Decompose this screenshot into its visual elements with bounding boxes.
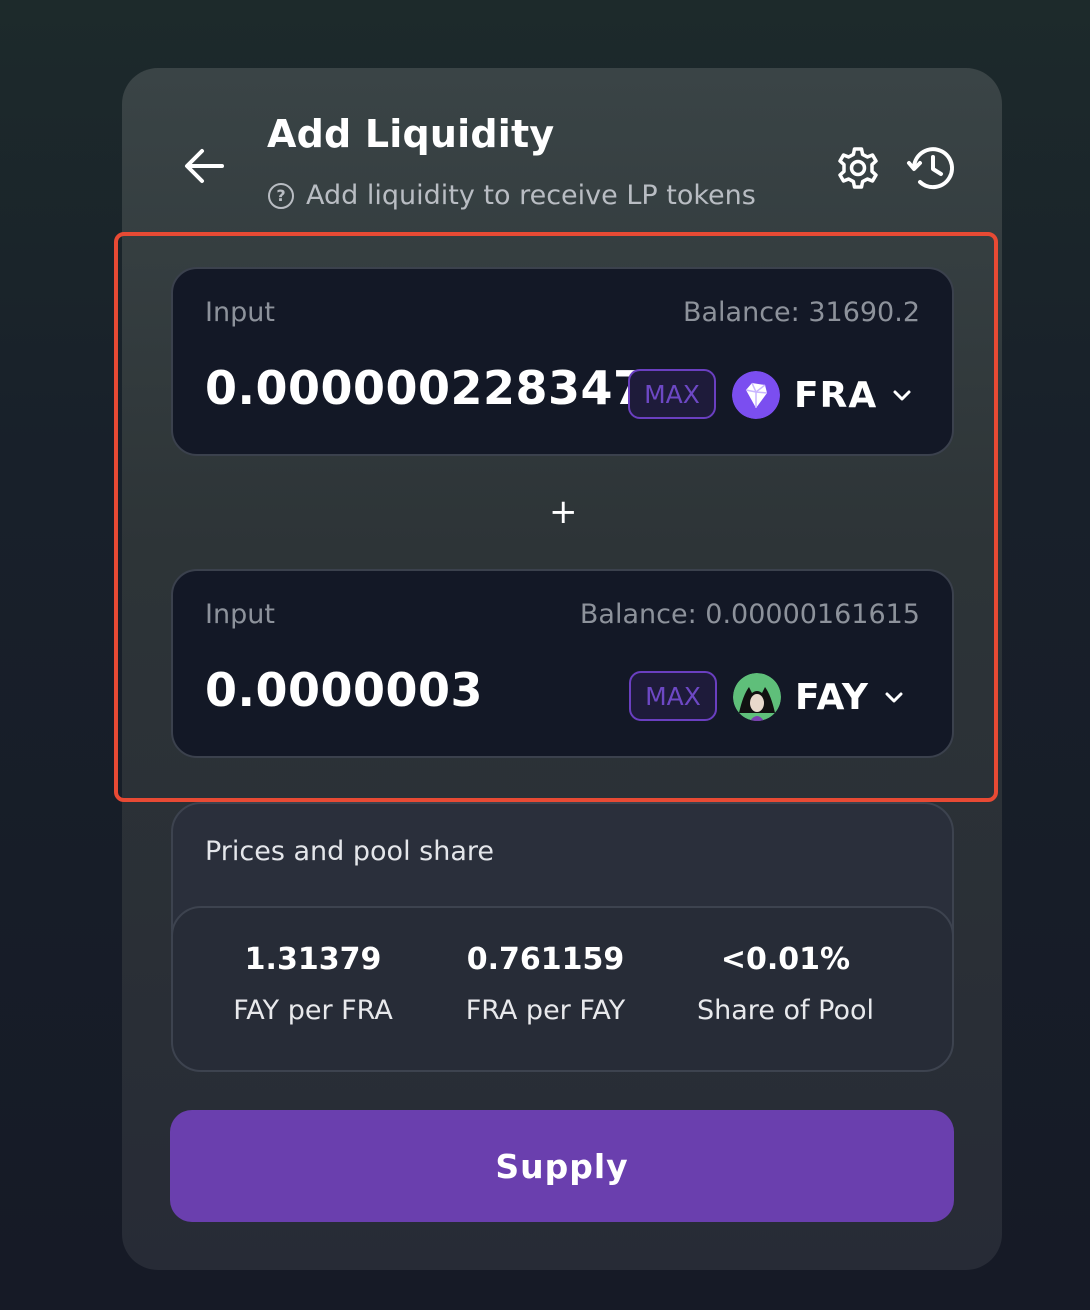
token-input-fra: Input Balance: 31690.2 0.000000228347 MA…: [171, 267, 954, 456]
prices-heading: Prices and pool share: [205, 836, 494, 867]
stat-value: <0.01%: [720, 942, 851, 977]
fay-logo-icon: [733, 673, 781, 721]
max-button[interactable]: MAX: [629, 671, 717, 721]
plus-sign: +: [549, 492, 578, 532]
fra-logo-icon: [732, 371, 780, 419]
stat-label: Share of Pool: [697, 995, 874, 1026]
page-subtitle: ? Add liquidity to receive LP tokens: [268, 180, 756, 211]
chevron-down-icon: [885, 692, 903, 703]
subtitle-text: Add liquidity to receive LP tokens: [306, 180, 756, 211]
page-title: Add Liquidity: [267, 112, 555, 156]
token-select-fay[interactable]: FAY: [733, 671, 905, 723]
stat-fra-per-fay: 0.761159 FRA per FAY: [463, 942, 628, 1026]
settings-button[interactable]: [834, 144, 882, 192]
amount-input[interactable]: 0.0000003: [205, 663, 483, 717]
stat-share-of-pool: <0.01% Share of Pool: [693, 942, 878, 1026]
stat-label: FAY per FRA: [233, 995, 393, 1026]
input-label: Input: [205, 599, 275, 630]
token-symbol: FAY: [795, 676, 869, 718]
stat-value: 0.761159: [466, 942, 625, 977]
back-button[interactable]: [176, 138, 232, 194]
token-select-fra[interactable]: FRA: [732, 369, 913, 421]
supply-button[interactable]: Supply: [170, 1110, 954, 1222]
input-label: Input: [205, 297, 275, 328]
help-icon[interactable]: ?: [268, 182, 294, 209]
balance-text: Balance: 31690.2: [682, 297, 920, 328]
history-button[interactable]: [906, 142, 958, 194]
token-symbol: FRA: [794, 374, 878, 416]
gear-icon: [838, 147, 878, 189]
max-button[interactable]: MAX: [628, 369, 716, 419]
prices-stats: 1.31379 FAY per FRA 0.761159 FRA per FAY…: [171, 906, 954, 1072]
balance-text: Balance: 0.00000161615: [579, 599, 920, 630]
arrow-left-icon: [185, 149, 224, 183]
prices-panel: Prices and pool share 1.31379 FAY per FR…: [171, 802, 954, 1072]
stat-fay-per-fra: 1.31379 FAY per FRA: [233, 942, 393, 1026]
amount-input[interactable]: 0.000000228347: [205, 361, 646, 415]
chevron-down-icon: [893, 390, 911, 401]
token-input-fay: Input Balance: 0.00000161615 0.0000003 M…: [171, 569, 954, 758]
stat-label: FRA per FAY: [465, 995, 626, 1026]
history-icon: [907, 147, 954, 190]
stat-value: 1.31379: [244, 942, 382, 977]
